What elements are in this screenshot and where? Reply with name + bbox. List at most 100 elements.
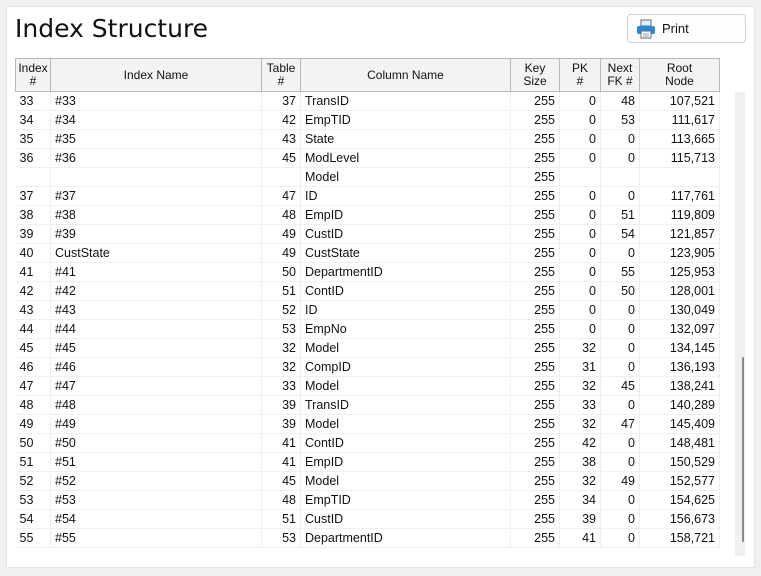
cell-next-fk: 0 xyxy=(600,395,640,415)
table-row[interactable]: 54 #54 51 CustID 255 39 0 156,673 xyxy=(15,509,720,529)
cell-column-name: ModLevel xyxy=(300,148,511,168)
cell-table: 32 xyxy=(261,357,301,377)
cell-index-name: #37 xyxy=(50,186,262,206)
table-row[interactable]: 48 #48 39 TransID 255 33 0 140,289 xyxy=(15,395,720,415)
cell-key-size: 255 xyxy=(510,281,560,301)
table-row[interactable]: 51 #51 41 EmpID 255 38 0 150,529 xyxy=(15,452,720,472)
table-row[interactable]: 40 CustState 49 CustState 255 0 0 123,905 xyxy=(15,243,720,263)
cell-table: 49 xyxy=(261,224,301,244)
cell-table: 37 xyxy=(261,91,301,111)
column-header-column-name[interactable]: Column Name xyxy=(300,58,511,92)
table-row[interactable]: 49 #49 39 Model 255 32 47 145,409 xyxy=(15,414,720,434)
cell-root-node: 115,713 xyxy=(639,148,720,168)
cell-pk: 0 xyxy=(559,262,601,282)
cell-key-size: 255 xyxy=(510,395,560,415)
table-row[interactable]: 34 #34 42 EmpTID 255 0 53 111,617 xyxy=(15,110,720,130)
cell-pk: 0 xyxy=(559,205,601,225)
cell-index: 54 xyxy=(15,509,51,529)
print-button[interactable]: Print xyxy=(627,14,746,43)
cell-index-name: #55 xyxy=(50,528,262,548)
table-row[interactable]: 44 #44 53 EmpNo 255 0 0 132,097 xyxy=(15,319,720,339)
table-row[interactable]: 33 #33 37 TransID 255 0 48 107,521 xyxy=(15,91,720,111)
cell-pk: 41 xyxy=(559,528,601,548)
cell-root-node: 148,481 xyxy=(639,433,720,453)
header-row: Index # Index Name Table # Column Name Key… xyxy=(15,58,720,92)
cell-column-name: TransID xyxy=(300,395,511,415)
cell-root-node: 113,665 xyxy=(639,129,720,149)
column-header-table[interactable]: Table # xyxy=(261,58,301,92)
cell-index-name: #41 xyxy=(50,262,262,282)
cell-table: 53 xyxy=(261,319,301,339)
cell-index-name: #34 xyxy=(50,110,262,130)
column-header-pk[interactable]: PK # xyxy=(559,58,601,92)
cell-table: 48 xyxy=(261,205,301,225)
table-row[interactable]: 53 #53 48 EmpTID 255 34 0 154,625 xyxy=(15,490,720,510)
cell-index-name: #49 xyxy=(50,414,262,434)
column-header-root-node[interactable]: Root Node xyxy=(639,58,720,92)
cell-index: 39 xyxy=(15,224,51,244)
table-row[interactable]: 55 #55 53 DepartmentID 255 41 0 158,721 xyxy=(15,528,720,548)
cell-index: 42 xyxy=(15,281,51,301)
cell-key-size: 255 xyxy=(510,110,560,130)
index-table: Index # Index Name Table # Column Name Key… xyxy=(15,58,720,548)
cell-next-fk: 50 xyxy=(600,281,640,301)
cell-next-fk: 0 xyxy=(600,243,640,263)
cell-key-size: 255 xyxy=(510,414,560,434)
cell-pk: 42 xyxy=(559,433,601,453)
table-row[interactable]: 46 #46 32 CompID 255 31 0 136,193 xyxy=(15,357,720,377)
table-row[interactable]: 39 #39 49 CustID 255 0 54 121,857 xyxy=(15,224,720,244)
table-row[interactable]: 37 #37 47 ID 255 0 0 117,761 xyxy=(15,186,720,206)
cell-root-node: 125,953 xyxy=(639,262,720,282)
cell-key-size: 255 xyxy=(510,490,560,510)
cell-pk: 34 xyxy=(559,490,601,510)
cell-next-fk: 0 xyxy=(600,129,640,149)
table-row[interactable]: 41 #41 50 DepartmentID 255 0 55 125,953 xyxy=(15,262,720,282)
cell-index-name: #48 xyxy=(50,395,262,415)
table-row[interactable]: 45 #45 32 Model 255 32 0 134,145 xyxy=(15,338,720,358)
cell-next-fk: 0 xyxy=(600,490,640,510)
cell-next-fk: 55 xyxy=(600,262,640,282)
cell-index: 47 xyxy=(15,376,51,396)
cell-index-name: #54 xyxy=(50,509,262,529)
cell-table: 39 xyxy=(261,395,301,415)
cell-root-node: 152,577 xyxy=(639,471,720,491)
cell-next-fk: 0 xyxy=(600,338,640,358)
cell-next-fk: 47 xyxy=(600,414,640,434)
table-row[interactable]: 47 #47 33 Model 255 32 45 138,241 xyxy=(15,376,720,396)
column-header-key-size[interactable]: Key Size xyxy=(510,58,560,92)
cell-column-name: DepartmentID xyxy=(300,262,511,282)
table-row[interactable]: 38 #38 48 EmpID 255 0 51 119,809 xyxy=(15,205,720,225)
table-row[interactable]: 36 #36 45 ModLevel 255 0 0 115,713 xyxy=(15,148,720,168)
cell-column-name: Model xyxy=(300,471,511,491)
column-header-index[interactable]: Index # xyxy=(15,58,51,92)
table-row[interactable]: 42 #42 51 ContID 255 0 50 128,001 xyxy=(15,281,720,301)
cell-index: 33 xyxy=(15,91,51,111)
column-header-index-name[interactable]: Index Name xyxy=(50,58,262,92)
table-row[interactable]: 35 #35 43 State 255 0 0 113,665 xyxy=(15,129,720,149)
cell-root-node xyxy=(639,167,720,187)
cell-column-name: Model xyxy=(300,376,511,396)
cell-key-size: 255 xyxy=(510,528,560,548)
cell-column-name: ContID xyxy=(300,433,511,453)
cell-index: 35 xyxy=(15,129,51,149)
cell-table: 51 xyxy=(261,281,301,301)
table-row[interactable]: 50 #50 41 ContID 255 42 0 148,481 xyxy=(15,433,720,453)
column-header-next-fk[interactable]: Next FK # xyxy=(600,58,640,92)
cell-root-node: 119,809 xyxy=(639,205,720,225)
cell-next-fk: 49 xyxy=(600,471,640,491)
cell-root-node: 154,625 xyxy=(639,490,720,510)
cell-index-name: #35 xyxy=(50,129,262,149)
cell-index: 46 xyxy=(15,357,51,377)
table-row[interactable]: Model 255 xyxy=(15,167,720,187)
cell-next-fk: 0 xyxy=(600,186,640,206)
cell-key-size: 255 xyxy=(510,433,560,453)
cell-root-node: 121,857 xyxy=(639,224,720,244)
vertical-scrollbar[interactable] xyxy=(735,92,745,556)
table-row[interactable]: 52 #52 45 Model 255 32 49 152,577 xyxy=(15,471,720,491)
cell-pk: 0 xyxy=(559,91,601,111)
cell-column-name: Model xyxy=(300,167,511,187)
cell-next-fk: 51 xyxy=(600,205,640,225)
cell-index: 49 xyxy=(15,414,51,434)
table-row[interactable]: 43 #43 52 ID 255 0 0 130,049 xyxy=(15,300,720,320)
scrollbar-thumb[interactable] xyxy=(742,357,744,542)
